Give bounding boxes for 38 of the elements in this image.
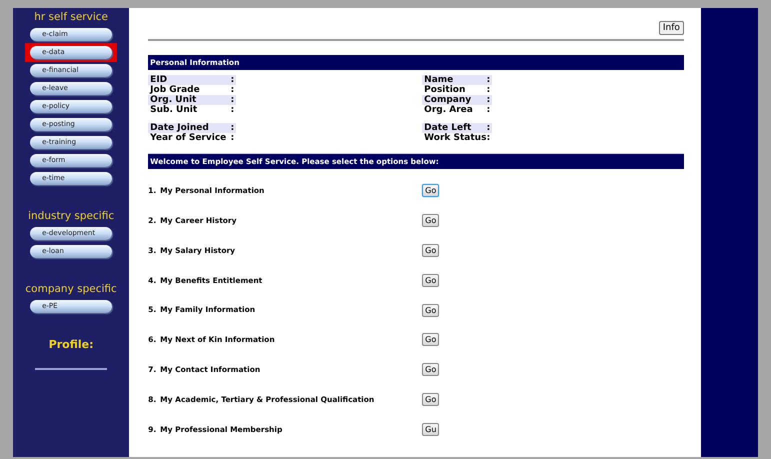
field-label: Date Joined — [150, 123, 209, 133]
separator: : — [230, 75, 234, 85]
field-label: Org. Area — [424, 105, 473, 115]
go-button[interactable]: Go — [422, 392, 440, 406]
field-label: Company — [424, 95, 472, 105]
go-button[interactable]: Go — [422, 274, 440, 287]
field-label: Work Status — [424, 133, 486, 143]
separator: : — [486, 133, 490, 143]
separator: : — [230, 105, 234, 115]
separator: : — [230, 95, 234, 105]
separator: : — [230, 85, 234, 95]
separator: : — [230, 133, 234, 143]
go-button[interactable]: Go — [422, 244, 440, 257]
info-button[interactable]: Info — [658, 21, 684, 35]
go-button[interactable]: Go — [422, 214, 440, 228]
separator: : — [486, 105, 490, 115]
section-title: hr self service — [34, 10, 108, 24]
field-label: Name — [424, 75, 454, 85]
section-title: industry specific — [28, 209, 114, 223]
separator: : — [486, 75, 490, 85]
separator: : — [486, 95, 490, 105]
separator: : — [486, 85, 490, 95]
field-label: Sub. Unit — [150, 105, 198, 115]
go-button[interactable]: Go — [422, 304, 440, 317]
field-label: EID — [150, 75, 168, 85]
separator: : — [230, 123, 234, 133]
go-button[interactable]: Go — [422, 333, 440, 346]
field-label: Date Left — [424, 123, 472, 133]
field-label: Position — [424, 85, 466, 95]
go-button[interactable]: Gu — [422, 422, 440, 436]
field-label: Year of Service — [150, 133, 226, 143]
go-button[interactable]: Go — [422, 184, 440, 198]
field-label: Job Grade — [150, 85, 200, 95]
section-title: company specific — [25, 282, 117, 296]
go-button[interactable]: Go — [422, 363, 440, 376]
field-label: Org. Unit — [150, 95, 196, 105]
profile-label: Profile: — [48, 337, 94, 353]
separator: : — [486, 123, 490, 133]
